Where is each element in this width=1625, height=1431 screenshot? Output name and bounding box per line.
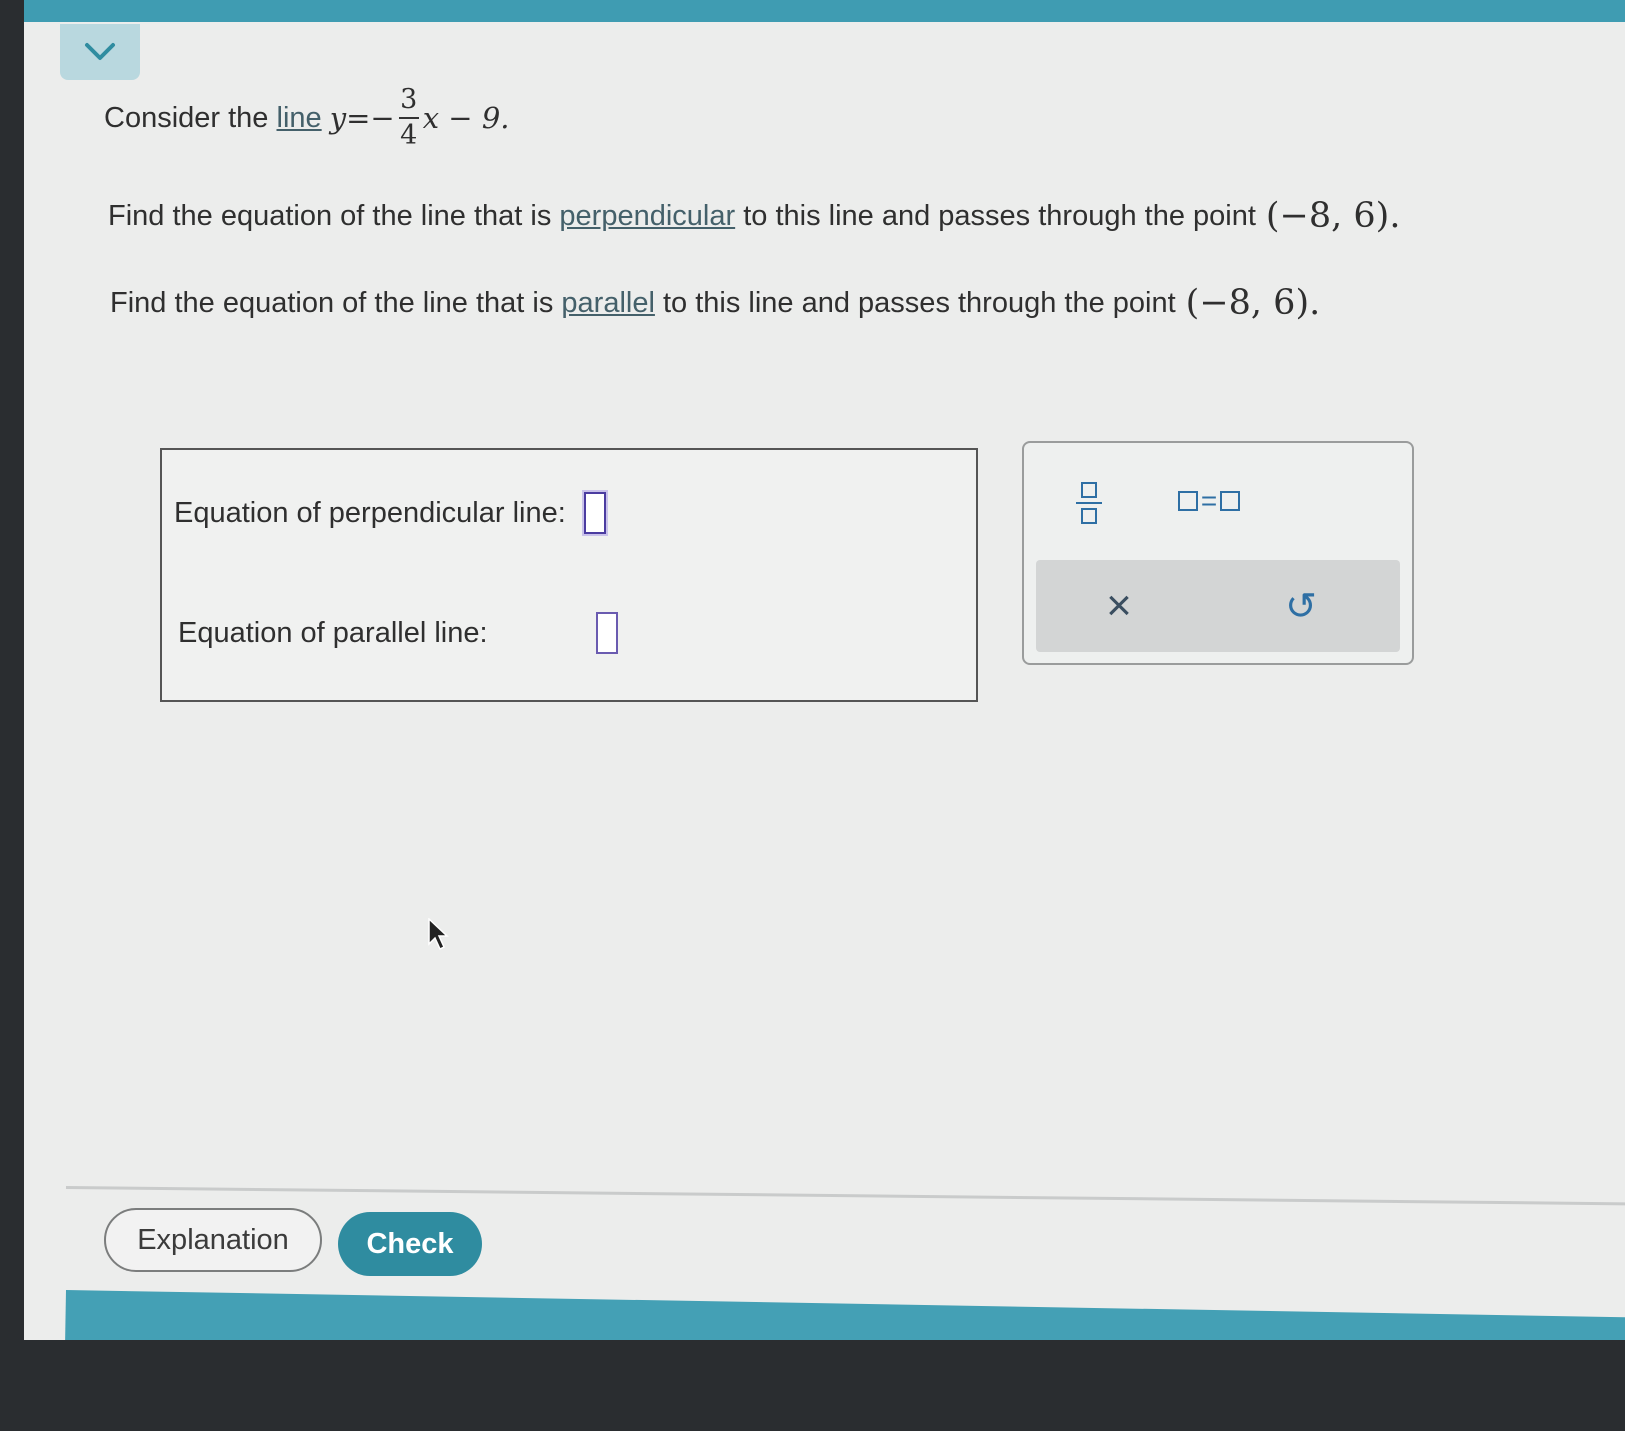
perpendicular-label: Equation of perpendicular line: [174,496,566,529]
fraction-bar [398,117,419,120]
parallel-answer-row: Equation of parallel line: [178,612,618,654]
parallel-label: Equation of parallel line: [178,616,488,649]
fraction-button[interactable] [1064,471,1114,535]
screen: Consider the line y = − 3 4 x − 9. Find th… [24,0,1625,1340]
answer-box: Equation of perpendicular line: Equation… [160,448,978,702]
par-point: (−8, 6). [1185,283,1321,323]
clear-button[interactable]: × [1084,574,1154,638]
perp-point: (−8, 6). [1265,196,1401,236]
math-toolbar: = × ↺ [1022,441,1414,665]
problem-statement: Consider the line y = − 3 4 x − 9. [104,84,510,152]
toolbar-action-row: × ↺ [1036,560,1400,652]
divider [65,1186,1625,1206]
line-link[interactable]: line [277,102,322,135]
eq-lhs: y [329,101,347,136]
par-prefix: Find the equation of the line that is [110,286,554,319]
equation-template-icon [1177,491,1198,511]
top-bar [24,0,1625,22]
mouse-cursor-icon [428,918,449,951]
perp-suffix: to this line and passes through the poin… [743,199,1256,232]
parallel-prompt: Find the equation of the line that is pa… [110,283,1320,323]
equation-template-button[interactable]: = [1164,479,1254,523]
intro-text: Consider the [104,101,269,134]
parallel-link[interactable]: parallel [561,287,655,320]
perpendicular-prompt: Find the equation of the line that is pe… [108,196,1400,236]
undo-icon: ↺ [1285,585,1317,628]
chevron-down-icon [85,43,115,60]
fraction-numerator: 3 [400,84,418,115]
collapse-button[interactable] [60,24,140,80]
close-icon: × [1106,581,1132,630]
explanation-button[interactable]: Explanation [104,1208,322,1272]
perpendicular-input[interactable] [583,492,606,534]
undo-button[interactable]: ↺ [1266,574,1336,638]
par-suffix: to this line and passes through the poin… [662,286,1176,319]
eq-neg: − [370,101,395,136]
eq-rest: x − 9. [422,101,510,136]
fraction-denominator: 4 [400,120,418,152]
perpendicular-answer-row: Equation of perpendicular line: [174,492,606,534]
check-button[interactable]: Check [338,1212,482,1276]
eq-equals: = [346,101,371,136]
fraction: 3 4 [398,84,419,152]
perpendicular-link[interactable]: perpendicular [559,200,735,233]
footer-bar [64,1290,1625,1340]
perp-prefix: Find the equation of the line that is [108,199,552,232]
fraction-icon [1081,482,1097,498]
parallel-input[interactable] [595,612,618,654]
